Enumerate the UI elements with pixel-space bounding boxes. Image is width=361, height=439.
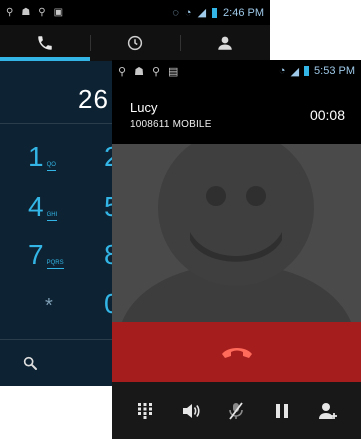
sms-icon: ▤: [168, 65, 179, 78]
sd-icon: ▣: [53, 7, 64, 18]
status-time: 5:53 PM: [314, 65, 355, 77]
caller-info: Lucy 1008611 MOBILE 00:08: [112, 82, 361, 144]
end-call-button[interactable]: [112, 322, 361, 382]
add-call-icon: [319, 402, 338, 419]
key-letters: QO: [46, 162, 56, 171]
key-4[interactable]: 4 GHI: [28, 191, 58, 222]
incall-screen: ⚲ ☗ ⚲ ▤ ◔ ◢ 5:53 PM Lucy 1008611 MOBILE …: [112, 60, 361, 439]
tab-contacts[interactable]: [180, 25, 270, 61]
key-digit: 1: [28, 141, 44, 172]
clock-icon: [127, 35, 143, 51]
dialpad-icon: [137, 402, 152, 419]
contact-photo: [112, 144, 361, 322]
tab-phone[interactable]: [0, 25, 90, 61]
clock-outline-icon: ◌: [172, 6, 179, 19]
caller-subline: 1008611 MOBILE: [130, 119, 212, 130]
wifi-icon: ◔: [278, 65, 286, 77]
debug-icon: ☗: [134, 65, 144, 78]
key-letters: GHI: [46, 212, 58, 221]
default-avatar-icon: [112, 144, 361, 322]
mute-button[interactable]: [224, 399, 248, 423]
key-letters: PQRS: [46, 260, 64, 269]
status-bar: ⚲ ☗ ⚲ ▤ ◔ ◢ 5:53 PM: [112, 60, 361, 82]
status-right: ◌ ◔ ◢ 2:46 PM: [172, 6, 264, 20]
speaker-button[interactable]: [179, 399, 203, 423]
status-right: ◔ ◢ 5:53 PM: [279, 65, 355, 78]
debug-icon: ☗: [21, 7, 31, 18]
tab-recent[interactable]: [90, 25, 180, 61]
usb-icon-2: ⚲: [151, 65, 160, 78]
speaker-icon: [182, 403, 200, 418]
signal-icon: ◢: [290, 65, 300, 78]
caller-number: 1008611: [130, 119, 170, 130]
mute-icon: [229, 401, 244, 420]
key-digit: 7: [28, 239, 44, 270]
signal-icon: ◢: [197, 7, 207, 19]
contact-icon: [218, 36, 232, 50]
battery-icon: [212, 7, 218, 18]
call-controls: [112, 382, 361, 439]
hold-icon: [276, 403, 289, 418]
battery-icon: [304, 66, 310, 76]
dialer-tabs: [0, 25, 270, 61]
hold-button[interactable]: [270, 399, 294, 423]
end-call-icon: [221, 348, 252, 358]
notification-icons: ⚲ ☗ ⚲ ▣: [6, 7, 63, 18]
caller-name: Lucy: [130, 100, 158, 115]
add-call-button[interactable]: [316, 399, 340, 423]
status-time: 2:46 PM: [223, 6, 264, 19]
dialed-number: 26: [78, 84, 109, 114]
usb-icon: ⚲: [118, 65, 127, 78]
key-digit: *: [45, 295, 53, 317]
usb-icon-2: ⚲: [38, 7, 46, 18]
key-1[interactable]: 1 QO: [28, 143, 56, 171]
wifi-icon: ◔: [184, 6, 192, 19]
key-7[interactable]: 7 PQRS: [28, 241, 64, 269]
caller-label: MOBILE: [172, 119, 212, 130]
search-icon[interactable]: [22, 355, 38, 371]
phone-icon: [38, 36, 52, 50]
status-bar: ⚲ ☗ ⚲ ▣ ◌ ◔ ◢ 2:46 PM: [0, 0, 270, 25]
key-digit: 4: [28, 191, 44, 222]
usb-icon: ⚲: [6, 7, 14, 18]
call-duration: 00:08: [309, 107, 345, 123]
dialpad-button[interactable]: [133, 399, 157, 423]
key-star[interactable]: *: [45, 292, 53, 320]
